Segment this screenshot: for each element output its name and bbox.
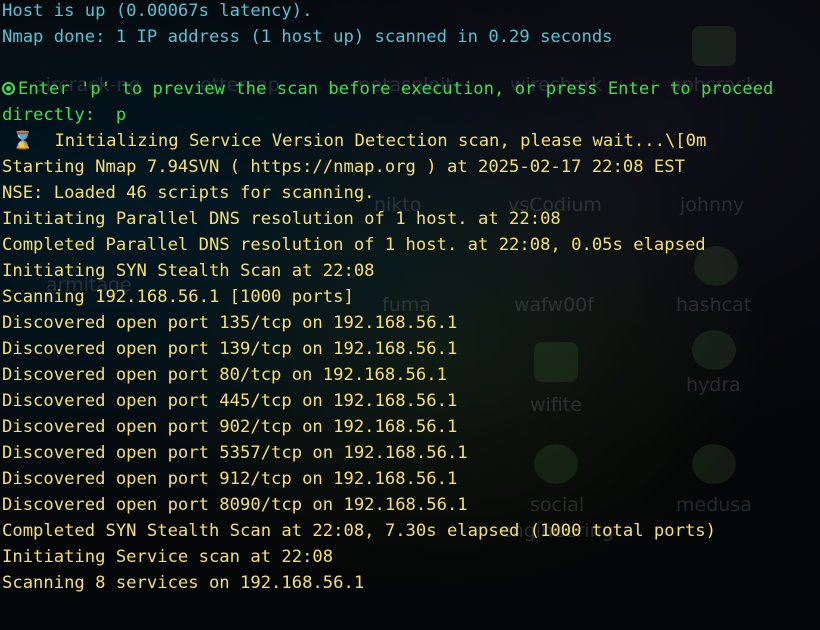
terminal-line-text: Initiating Parallel DNS resolution of 1 …: [2, 209, 561, 229]
terminal-line-text: Completed Parallel DNS resolution of 1 h…: [2, 235, 706, 255]
terminal-line-text: Host is up (0.00067s latency).: [2, 1, 313, 21]
terminal-line-text: Nmap done: 1 IP address (1 host up) scan…: [2, 27, 613, 47]
terminal-line: Discovered open port 5357/tcp on 192.168…: [2, 440, 468, 466]
terminal-line-text: Discovered open port 139/tcp on 192.168.…: [2, 339, 458, 359]
terminal-line-text: Initiating Service scan at 22:08: [2, 547, 334, 567]
terminal-line: Completed Parallel DNS resolution of 1 h…: [2, 232, 706, 258]
terminal-line: Initiating SYN Stealth Scan at 22:08: [2, 258, 375, 284]
terminal-line-text: Scanning 8 services on 192.168.56.1: [2, 573, 365, 593]
terminal-line: Discovered open port 8090/tcp on 192.168…: [2, 492, 468, 518]
terminal-line-text: ⌛ Initializing Service Version Detection…: [2, 131, 707, 151]
terminal-line: Discovered open port 902/tcp on 192.168.…: [2, 414, 457, 440]
terminal-line: Enter 'p' to preview the scan before exe…: [2, 76, 773, 102]
terminal-line: Scanning 8 services on 192.168.56.1: [2, 570, 364, 596]
terminal-line: Discovered open port 139/tcp on 192.168.…: [2, 336, 457, 362]
terminal-line-text: Enter 'p' to preview the scan before exe…: [18, 79, 774, 99]
terminal-line-text: Discovered open port 5357/tcp on 192.168…: [2, 443, 468, 463]
terminal-output[interactable]: Host is up (0.00067s latency). Nmap done:…: [0, 0, 820, 630]
terminal-line: Discovered open port 135/tcp on 192.168.…: [2, 310, 457, 336]
terminal-line: Scanning 192.168.56.1 [1000 ports]: [2, 284, 354, 310]
terminal-line-text: Discovered open port 445/tcp on 192.168.…: [2, 391, 458, 411]
terminal-line: NSE: Loaded 46 scripts for scanning.: [2, 180, 375, 206]
terminal-line-text: Scanning 192.168.56.1 [1000 ports]: [2, 287, 354, 307]
terminal-line-text: Starting Nmap 7.94SVN ( https://nmap.org…: [2, 157, 685, 177]
terminal-line-text: Discovered open port 902/tcp on 192.168.…: [2, 417, 458, 437]
terminal-user-input: p: [115, 105, 127, 125]
terminal-line: Completed SYN Stealth Scan at 22:08, 7.3…: [2, 518, 716, 544]
terminal-line: Nmap done: 1 IP address (1 host up) scan…: [2, 24, 613, 50]
terminal-line-text: NSE: Loaded 46 scripts for scanning.: [2, 183, 375, 203]
terminal-line: Starting Nmap 7.94SVN ( https://nmap.org…: [2, 154, 685, 180]
terminal-line: Discovered open port 912/tcp on 192.168.…: [2, 466, 457, 492]
terminal-line-text: Discovered open port 80/tcp on 192.168.5…: [2, 365, 447, 385]
terminal-line-text: Initiating SYN Stealth Scan at 22:08: [2, 261, 375, 281]
terminal-line-text: directly:: [2, 105, 116, 125]
terminal-line-text: Discovered open port 912/tcp on 192.168.…: [2, 469, 458, 489]
terminal-line: Discovered open port 80/tcp on 192.168.5…: [2, 362, 447, 388]
terminal-line: Initiating Service scan at 22:08: [2, 544, 333, 570]
terminal-line: directly: p: [2, 102, 126, 128]
radio-prompt-icon: [2, 82, 15, 95]
terminal-line-text: Completed SYN Stealth Scan at 22:08, 7.3…: [2, 521, 716, 541]
terminal-line: Host is up (0.00067s latency).: [2, 0, 312, 24]
terminal-line-text: Discovered open port 135/tcp on 192.168.…: [2, 313, 458, 333]
terminal-line-text: Discovered open port 8090/tcp on 192.168…: [2, 495, 468, 515]
terminal-line: ⌛ Initializing Service Version Detection…: [2, 128, 706, 154]
terminal-line: Initiating Parallel DNS resolution of 1 …: [2, 206, 561, 232]
terminal-line: Discovered open port 445/tcp on 192.168.…: [2, 388, 457, 414]
